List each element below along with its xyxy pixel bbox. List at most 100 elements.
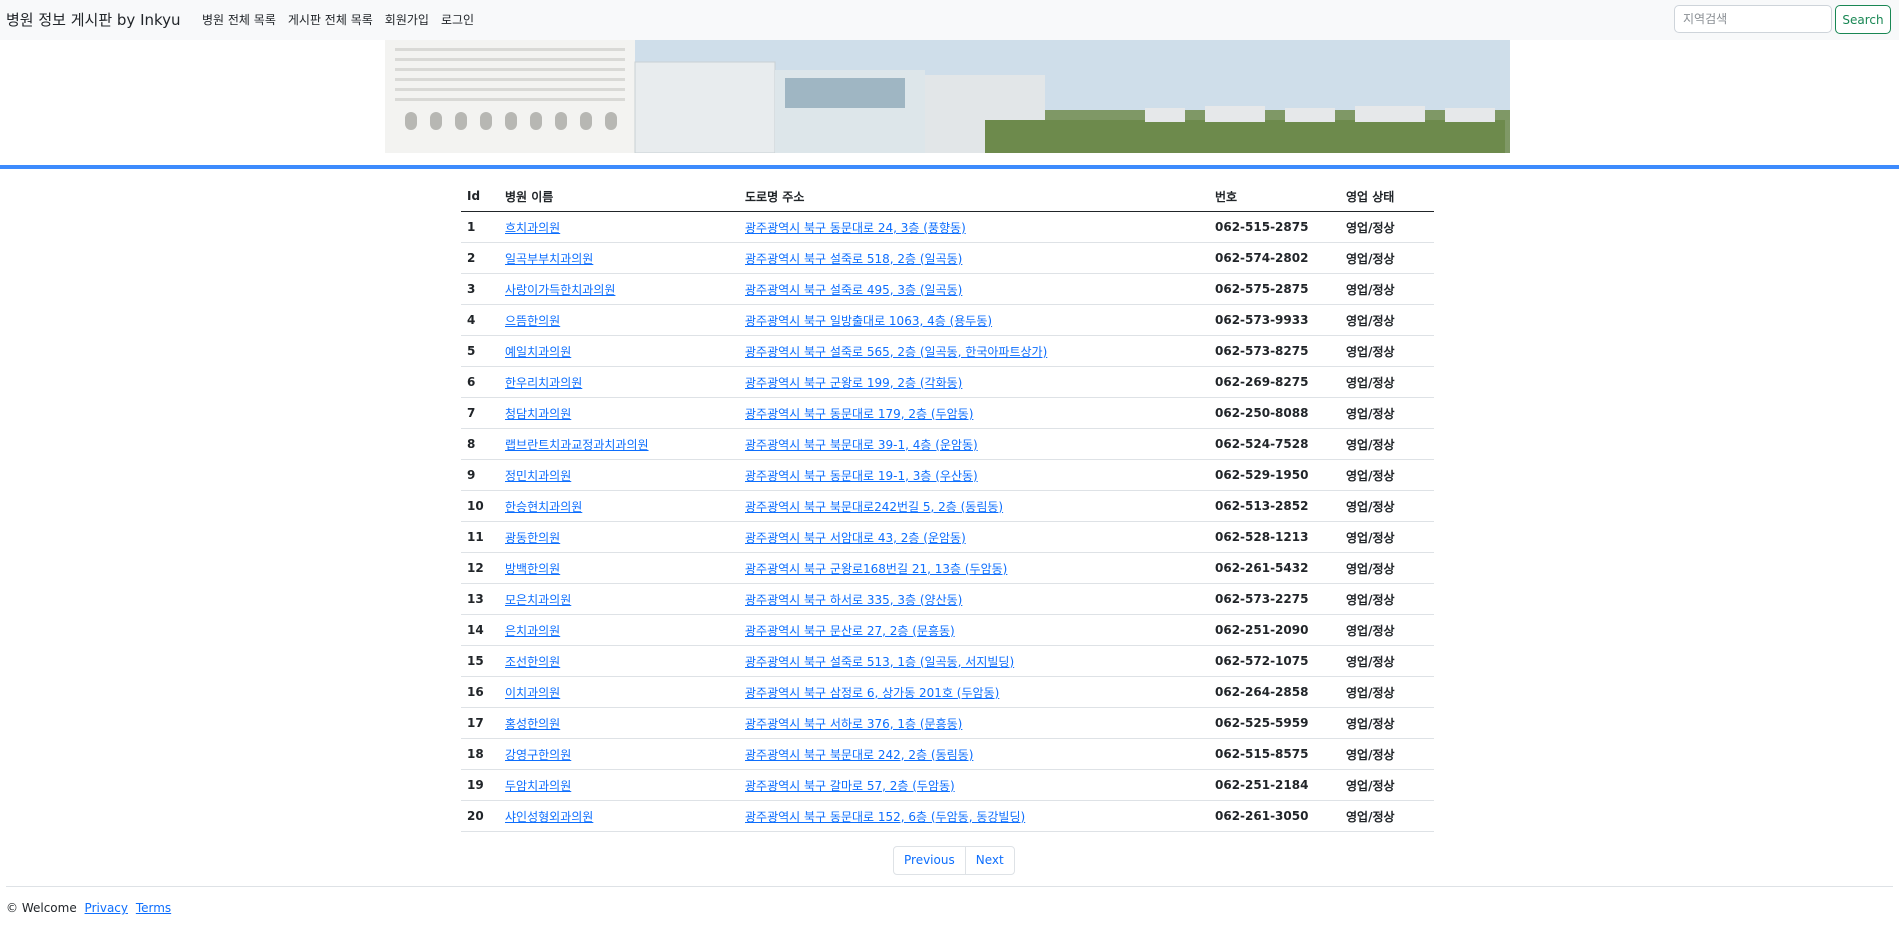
hospital-name-link[interactable]: 광동한의원: [505, 531, 560, 545]
table-cell-address: 광주광역시 북구 하서로 335, 3층 (양산동): [739, 583, 1209, 615]
table-row: 18 강영구한의원 광주광역시 북구 북문대로 242, 2층 (동림동) 062-5…: [461, 738, 1434, 770]
hospital-address-link[interactable]: 광주광역시 북구 설죽로 518, 2층 (일곡동): [745, 252, 962, 266]
terms-link[interactable]: Terms: [136, 901, 171, 915]
table-header-row: Id 병원 이름 도로명 주소 번호 영업 상태: [461, 181, 1434, 212]
pagination: Previous Next: [893, 846, 1015, 875]
row-phone: 062-269-8275: [1209, 366, 1340, 398]
row-phone: 062-574-2802: [1209, 242, 1340, 274]
row-id: 15: [461, 645, 499, 677]
table-row: 6 한우리치과의원 광주광역시 북구 군왕로 199, 2층 (각화동) 062-26…: [461, 366, 1434, 398]
row-id: 11: [461, 521, 499, 553]
row-status: 영업/정상: [1340, 304, 1434, 336]
table-row: 20 샤인성형외과의원 광주광역시 북구 동문대로 152, 6층 (두암동, 동강…: [461, 800, 1434, 832]
hospital-name-link[interactable]: 조선한의원: [505, 655, 560, 669]
row-id: 3: [461, 273, 499, 305]
row-phone: 062-525-5959: [1209, 707, 1340, 739]
hospital-address-link[interactable]: 광주광역시 북구 설죽로 495, 3층 (일곡동): [745, 283, 962, 297]
hospital-address-link[interactable]: 광주광역시 북구 일방출대로 1063, 4층 (용두동): [745, 314, 992, 328]
hospital-name-link[interactable]: 흐치과의원: [505, 221, 560, 235]
row-phone: 062-250-8088: [1209, 397, 1340, 429]
hospital-name-link[interactable]: 한승현치과의원: [505, 500, 582, 514]
hospital-address-link[interactable]: 광주광역시 북구 설죽로 513, 1층 (일곡동, 서지빌딩): [745, 655, 1014, 669]
table-row: 3 사랑이가득한치과의원 광주광역시 북구 설죽로 495, 3층 (일곡동) 062…: [461, 273, 1434, 305]
nav-board-list[interactable]: 게시판 전체 목록: [288, 11, 373, 28]
row-status: 영업/정상: [1340, 397, 1434, 429]
hospital-address-link[interactable]: 광주광역시 북구 설죽로 565, 2층 (일곡동, 한국아파트상가): [745, 345, 1047, 359]
hospital-address-link[interactable]: 광주광역시 북구 동문대로 19-1, 3층 (우산동): [745, 469, 978, 483]
footer-divider: [6, 886, 1893, 887]
nav-hospital-list[interactable]: 병원 전체 목록: [202, 11, 276, 28]
hospital-address-link[interactable]: 광주광역시 북구 북문대로 39-1, 4층 (운암동): [745, 438, 978, 452]
hospital-address-link[interactable]: 광주광역시 북구 동문대로 179, 2층 (두암동): [745, 407, 973, 421]
hospital-address-link[interactable]: 광주광역시 북구 삼정로 6, 상가동 201호 (두암동): [745, 686, 999, 700]
hospital-name-link[interactable]: 두암치과의원: [505, 779, 571, 793]
hospital-address-link[interactable]: 광주광역시 북구 북문대로 242, 2층 (동림동): [745, 748, 973, 762]
row-id: 2: [461, 242, 499, 274]
table-cell-name: 조선한의원: [499, 645, 739, 677]
table-cell-name: 청담치과의원: [499, 397, 739, 429]
nav-signup[interactable]: 회원가입: [385, 11, 429, 28]
table-cell-name: 예일치과의원: [499, 335, 739, 367]
hospital-name-link[interactable]: 이치과의원: [505, 686, 560, 700]
row-id: 12: [461, 552, 499, 584]
row-phone: 062-573-9933: [1209, 304, 1340, 336]
table-cell-name: 모은치과의원: [499, 583, 739, 615]
row-phone: 062-261-5432: [1209, 552, 1340, 584]
row-id: 8: [461, 428, 499, 460]
table-cell-address: 광주광역시 북구 군왕로 199, 2층 (각화동): [739, 366, 1209, 398]
next-page-button[interactable]: Next: [964, 847, 1014, 874]
hospital-name-link[interactable]: 예일치과의원: [505, 345, 571, 359]
row-phone: 062-261-3050: [1209, 800, 1340, 832]
hospital-name-link[interactable]: 홍성한의원: [505, 717, 560, 731]
table-cell-address: 광주광역시 북구 동문대로 152, 6층 (두암동, 동강빌딩): [739, 800, 1209, 832]
hospital-address-link[interactable]: 광주광역시 북구 하서로 335, 3층 (양산동): [745, 593, 962, 607]
privacy-link[interactable]: Privacy: [85, 901, 128, 915]
hospital-name-link[interactable]: 샤인성형외과의원: [505, 810, 593, 824]
hospital-name-link[interactable]: 정민치과의원: [505, 469, 571, 483]
row-phone: 062-264-2858: [1209, 676, 1340, 708]
hospital-address-link[interactable]: 광주광역시 북구 문산로 27, 2층 (문흥동): [745, 624, 955, 638]
row-status: 영업/정상: [1340, 335, 1434, 367]
hospital-address-link[interactable]: 광주광역시 북구 서암대로 43, 2층 (운암동): [745, 531, 966, 545]
hospital-address-link[interactable]: 광주광역시 북구 군왕로 199, 2층 (각화동): [745, 376, 962, 390]
hospital-address-link[interactable]: 광주광역시 북구 서하로 376, 1층 (문흥동): [745, 717, 962, 731]
nav-login[interactable]: 로그인: [441, 11, 474, 28]
hospital-address-link[interactable]: 광주광역시 북구 동문대로 152, 6층 (두암동, 동강빌딩): [745, 810, 1025, 824]
table-row: 8 랩브란트치과교정과치과의원 광주광역시 북구 북문대로 39-1, 4층 (운암…: [461, 428, 1434, 460]
row-status: 영업/정상: [1340, 273, 1434, 305]
row-status: 영업/정상: [1340, 242, 1434, 274]
table-cell-address: 광주광역시 북구 군왕로168번길 21, 13층 (두암동): [739, 552, 1209, 584]
footer: © Welcome Privacy Terms: [6, 901, 171, 915]
hospital-name-link[interactable]: 방백한의원: [505, 562, 560, 576]
hospital-name-link[interactable]: 은치과의원: [505, 624, 560, 638]
row-phone: 062-524-7528: [1209, 428, 1340, 460]
row-phone: 062-573-8275: [1209, 335, 1340, 367]
hospital-name-link[interactable]: 강영구한의원: [505, 748, 571, 762]
hospital-name-link[interactable]: 한우리치과의원: [505, 376, 582, 390]
table-cell-address: 광주광역시 북구 서암대로 43, 2층 (운암동): [739, 521, 1209, 553]
table-cell-name: 이치과의원: [499, 676, 739, 708]
hospital-name-link[interactable]: 일곡부부치과의원: [505, 252, 593, 266]
previous-page-button[interactable]: Previous: [894, 847, 965, 874]
row-status: 영업/정상: [1340, 490, 1434, 522]
search-button[interactable]: Search: [1835, 5, 1891, 34]
hospital-name-link[interactable]: 모은치과의원: [505, 593, 571, 607]
table-row: 7 청담치과의원 광주광역시 북구 동문대로 179, 2층 (두암동) 062-25…: [461, 397, 1434, 429]
banner-illustration: [385, 40, 1510, 153]
row-id: 7: [461, 397, 499, 429]
row-status: 영업/정상: [1340, 459, 1434, 491]
search-input[interactable]: [1674, 5, 1832, 33]
hospital-address-link[interactable]: 광주광역시 북구 군왕로168번길 21, 13층 (두암동): [745, 562, 1007, 576]
site-brand[interactable]: 병원 정보 게시판 by Inkyu: [6, 9, 181, 30]
hospital-address-link[interactable]: 광주광역시 북구 동문대로 24, 3층 (풍향동): [745, 221, 966, 235]
hospital-name-link[interactable]: 으뜸한의원: [505, 314, 560, 328]
table-cell-address: 광주광역시 북구 설죽로 518, 2층 (일곡동): [739, 242, 1209, 274]
hospital-address-link[interactable]: 광주광역시 북구 북문대로242번길 5, 2층 (동림동): [745, 500, 1003, 514]
table-cell-name: 일곡부부치과의원: [499, 242, 739, 274]
hospital-name-link[interactable]: 청담치과의원: [505, 407, 571, 421]
table-row: 19 두암치과의원 광주광역시 북구 갈마로 57, 2층 (두암동) 062-251…: [461, 769, 1434, 801]
hospital-address-link[interactable]: 광주광역시 북구 갈마로 57, 2층 (두암동): [745, 779, 955, 793]
hospital-name-link[interactable]: 랩브란트치과교정과치과의원: [505, 438, 649, 452]
header-address: 도로명 주소: [739, 181, 1209, 212]
hospital-name-link[interactable]: 사랑이가득한치과의원: [505, 283, 615, 297]
